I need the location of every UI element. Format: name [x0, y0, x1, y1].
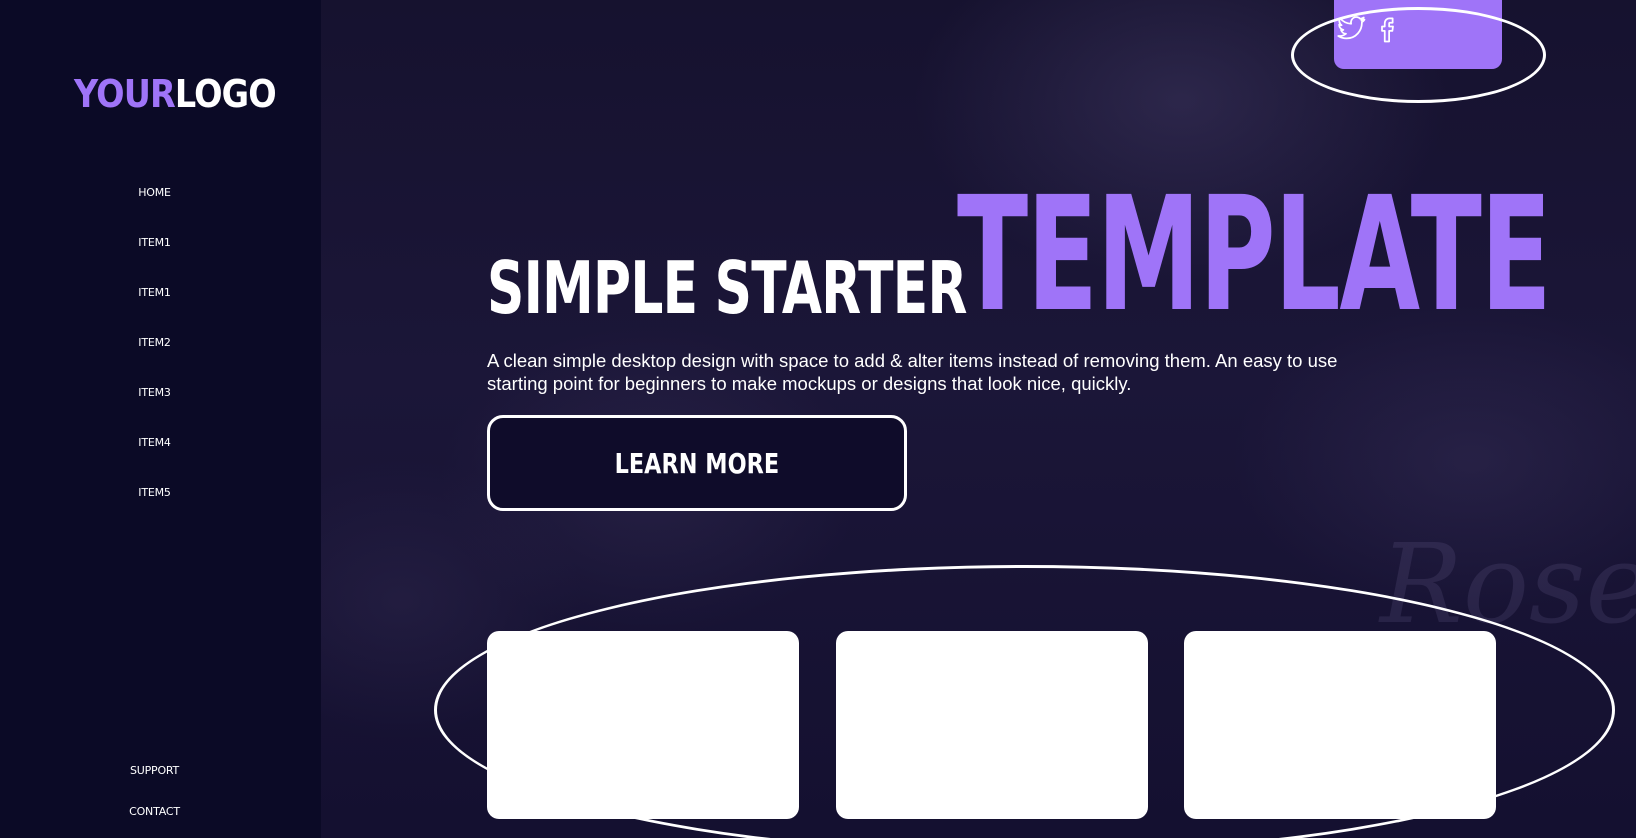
nav-item-item4[interactable]: ITEM4: [0, 436, 309, 449]
facebook-icon[interactable]: [1372, 14, 1402, 49]
nav-item-support[interactable]: SUPPORT: [0, 764, 309, 777]
learn-more-button[interactable]: LEARN MORE: [487, 415, 907, 511]
social-links-box: [1334, 0, 1502, 69]
card-2[interactable]: [836, 631, 1148, 819]
nav-item-contact[interactable]: CONTACT: [0, 805, 309, 818]
learn-more-label: LEARN MORE: [614, 446, 780, 480]
nav-item-item3[interactable]: ITEM3: [0, 386, 309, 399]
nav-item-item2[interactable]: ITEM2: [0, 336, 309, 349]
headline-small-text: SIMPLE STARTER: [487, 246, 967, 330]
headline-big-text: TEMPLATE: [957, 163, 1552, 347]
twitter-icon[interactable]: [1337, 14, 1367, 49]
nav-item-item1-second[interactable]: ITEM1: [0, 286, 309, 299]
hero-description: A clean simple desktop design with space…: [487, 350, 1338, 394]
logo-main-text: LOGO: [174, 72, 277, 116]
nav-item-home[interactable]: HOME: [0, 186, 309, 199]
logo-accent-text: YOUR: [74, 72, 176, 116]
card-1[interactable]: [487, 631, 799, 819]
card-3[interactable]: [1184, 631, 1496, 819]
nav-item-item5[interactable]: ITEM5: [0, 486, 309, 499]
nav-item-item1[interactable]: ITEM1: [0, 236, 309, 249]
sidebar: YOURLOGO HOME ITEM1 ITEM1 ITEM2 ITEM3 IT…: [0, 0, 321, 838]
logo[interactable]: YOURLOGO: [74, 72, 277, 116]
